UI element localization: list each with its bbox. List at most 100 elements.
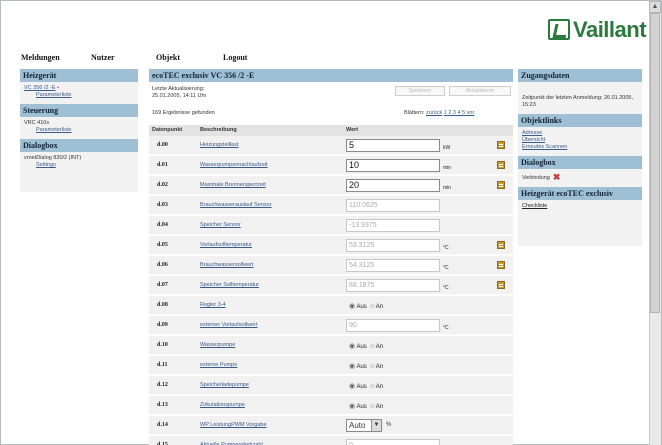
row-value-input: 54.3125 bbox=[346, 259, 440, 272]
row-value-input: 53.3125 bbox=[346, 239, 440, 252]
radio-off-icon[interactable]: ◉ bbox=[349, 383, 355, 390]
row-value-input[interactable]: 20 bbox=[346, 179, 440, 192]
top-navigation: Meldungen Nutzer Objekt Logout bbox=[1, 51, 646, 65]
radio-off-label: Aus bbox=[356, 304, 367, 310]
connection-broken-icon[interactable]: ✖ bbox=[553, 173, 561, 182]
row-description-link[interactable]: Speicherladepumpe bbox=[200, 382, 249, 388]
vertical-scrollbar[interactable]: ▲ bbox=[649, 1, 661, 445]
row-description-link[interactable]: Heizungsteillast bbox=[200, 142, 239, 148]
row-description-link[interactable]: Brauchwasserauslauf Sensor bbox=[200, 202, 272, 208]
steuerung-device: VRC 410s bbox=[24, 120, 50, 126]
row-description-link[interactable]: Zirkulationspumpe bbox=[200, 402, 245, 408]
radio-on-label: An bbox=[375, 304, 384, 310]
checkliste-link[interactable]: Checkliste bbox=[522, 203, 547, 209]
pager-pages-links[interactable]: 1 2 3 4 5 vor bbox=[444, 110, 475, 116]
row-value-input: 90 bbox=[346, 319, 440, 332]
dialogbox-device: vrnetDialog 830/2 (INT) bbox=[24, 155, 82, 161]
scroll-thumb[interactable] bbox=[650, 13, 660, 313]
table-row: d.09 externer Vorlaufsollwert 90 °C bbox=[149, 316, 513, 335]
info-document-icon[interactable] bbox=[497, 181, 505, 189]
table-row: d.02 Maximale Brennersperrzeit 20 min bbox=[149, 176, 513, 195]
row-unit: °C bbox=[443, 245, 449, 251]
row-radio-group[interactable]: ◉ Aus ○ An bbox=[349, 362, 383, 370]
row-radio-group[interactable]: ◉ Aus ○ An bbox=[349, 382, 383, 390]
section-right-dialogbox-body: Verbindung ✖ bbox=[518, 169, 642, 187]
info-document-icon[interactable] bbox=[497, 281, 505, 289]
row-description-link[interactable]: Speicher Sensor bbox=[200, 222, 241, 228]
section-right-dialogbox-title: Dialogbox bbox=[518, 156, 642, 169]
pager-back-link[interactable]: zurück bbox=[426, 110, 442, 116]
row-description-link[interactable]: WP LeistungPWM Vorgabe bbox=[200, 422, 267, 428]
info-document-icon[interactable] bbox=[497, 161, 505, 169]
info-document-icon[interactable] bbox=[497, 141, 505, 149]
objektlink-scannen[interactable]: Erneutes Scannen bbox=[522, 144, 567, 150]
row-code: d.04 bbox=[157, 222, 168, 228]
radio-on-icon[interactable]: ○ bbox=[370, 363, 374, 370]
connection-label: Verbindung bbox=[522, 174, 550, 181]
radio-off-icon[interactable]: ◉ bbox=[349, 363, 355, 370]
table-row: d.04 Speicher Sensor -13.9375 bbox=[149, 216, 513, 235]
row-unit: °C bbox=[443, 265, 449, 271]
table-row: d.01 Wasserpumpennachlaufzeit 10 min bbox=[149, 156, 513, 175]
table-row: d.03 Brauchwasserauslauf Sensor 110.0625 bbox=[149, 196, 513, 215]
section-heizgeraet-body: VC 356 /2 -E • Parameterliste bbox=[20, 82, 138, 104]
row-unit: min bbox=[443, 165, 452, 171]
scroll-up-arrow-icon[interactable]: ▲ bbox=[649, 1, 661, 13]
table-row: d.06 Brauchwassersollwert 54.3125 °C bbox=[149, 256, 513, 275]
dialogbox-settings-link[interactable]: Settings bbox=[36, 162, 56, 168]
radio-on-icon[interactable]: ○ bbox=[370, 303, 374, 310]
nav-objekt[interactable]: Objekt bbox=[156, 51, 180, 65]
table-row: d.07 Speicher Solltemperatur 88.1875 °C bbox=[149, 276, 513, 295]
table-row: d.08 Regler 3-4 ◉ Aus ○ An bbox=[149, 296, 513, 315]
row-description-link[interactable]: Regler 3-4 bbox=[200, 302, 226, 308]
left-sidebar: Heizgerät VC 356 /2 -E • Parameterliste … bbox=[20, 69, 138, 192]
steuerung-parameterliste-link[interactable]: Parameterliste bbox=[36, 127, 71, 133]
nav-meldungen[interactable]: Meldungen bbox=[21, 51, 60, 65]
radio-off-icon[interactable]: ◉ bbox=[349, 343, 355, 350]
row-description-link[interactable]: Speicher Solltemperatur bbox=[200, 282, 259, 288]
nav-nutzer[interactable]: Nutzer bbox=[91, 51, 115, 65]
row-value-input: 110.0625 bbox=[346, 199, 440, 212]
section-steuerung-title: Steuerung bbox=[20, 104, 138, 117]
row-select[interactable]: Auto ▼ bbox=[346, 419, 382, 432]
heizgeraet-device-link[interactable]: VC 356 /2 -E bbox=[24, 85, 56, 91]
objektlink-adresse[interactable]: Adresse bbox=[522, 130, 542, 136]
row-radio-group[interactable]: ◉ Aus ○ An bbox=[349, 342, 383, 350]
objektlink-uebersicht[interactable]: Übersicht bbox=[522, 137, 545, 143]
radio-on-icon[interactable]: ○ bbox=[370, 403, 374, 410]
row-code: d.14 bbox=[157, 422, 168, 428]
radio-on-icon[interactable]: ○ bbox=[370, 383, 374, 390]
nav-logout[interactable]: Logout bbox=[223, 51, 247, 65]
row-description-link[interactable]: externe Pumpe bbox=[200, 362, 237, 368]
table-header: Datenpunkt Beschreibung Wert bbox=[149, 125, 513, 136]
row-value-input[interactable]: 5 bbox=[346, 139, 440, 152]
row-radio-group[interactable]: ◉ Aus ○ An bbox=[349, 302, 383, 310]
row-code: d.08 bbox=[157, 302, 168, 308]
section-dialogbox-title: Dialogbox bbox=[20, 139, 138, 152]
row-value-input[interactable]: 10 bbox=[346, 159, 440, 172]
radio-off-icon[interactable]: ◉ bbox=[349, 403, 355, 410]
row-unit: % bbox=[386, 422, 392, 428]
radio-off-icon[interactable]: ◉ bbox=[349, 303, 355, 310]
heizgeraet-parameterliste-link[interactable]: Parameterliste bbox=[36, 92, 71, 98]
row-description-link[interactable]: Wasserpumpe bbox=[200, 342, 235, 348]
info-document-icon[interactable] bbox=[497, 241, 505, 249]
row-description-link[interactable]: Brauchwassersollwert bbox=[200, 262, 254, 268]
row-description-link[interactable]: Vorlaufsolltemperatur bbox=[200, 242, 252, 248]
section-dialogbox-body: vrnetDialog 830/2 (INT) Settings bbox=[20, 152, 138, 174]
radio-on-icon[interactable]: ○ bbox=[370, 343, 374, 350]
row-code: d.06 bbox=[157, 262, 168, 268]
refresh-button[interactable]: Aktualisieren bbox=[449, 86, 511, 96]
row-radio-group[interactable]: ◉ Aus ○ An bbox=[349, 402, 383, 410]
dropdown-arrow-icon[interactable]: ▼ bbox=[371, 420, 381, 431]
radio-on-label: An bbox=[375, 404, 384, 410]
row-description-link[interactable]: externer Vorlaufsollwert bbox=[200, 322, 257, 328]
vaillant-logo: Vaillant bbox=[548, 16, 647, 44]
save-button[interactable]: Speichern bbox=[395, 86, 445, 96]
alert-dot-icon: • bbox=[57, 85, 59, 91]
browser-frame: Vaillant Meldungen Nutzer Objekt Logout … bbox=[0, 0, 662, 445]
info-document-icon[interactable] bbox=[497, 261, 505, 269]
row-description-link[interactable]: Wasserpumpennachlaufzeit bbox=[200, 162, 268, 168]
row-description-link[interactable]: Maximale Brennersperrzeit bbox=[200, 182, 266, 188]
table-row: d.15Aktuelle Pumpendrehzahl0% bbox=[149, 436, 513, 445]
